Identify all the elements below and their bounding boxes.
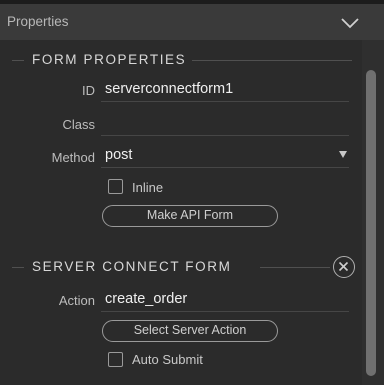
action-label: Action (58, 293, 95, 308)
inline-label: Inline (132, 180, 164, 195)
section-rule-right (192, 60, 352, 61)
chevron-down-icon[interactable] (340, 16, 360, 30)
scrollbar[interactable] (362, 40, 384, 385)
action-value: create_order (105, 291, 188, 307)
section-title-form-properties: FORM PROPERTIES (32, 52, 187, 67)
scrollbar-thumb[interactable] (366, 70, 376, 376)
class-label: Class (62, 117, 95, 132)
id-value: serverconnectform1 (105, 81, 234, 97)
select-server-action-button[interactable]: Select Server Action (102, 320, 278, 342)
make-api-form-button[interactable]: Make API Form (102, 205, 278, 227)
id-label: ID (82, 83, 95, 98)
section-rule-left (12, 267, 24, 268)
id-field[interactable]: serverconnectform1 (101, 79, 349, 102)
section-rule-right (260, 267, 330, 268)
action-field[interactable]: create_order (101, 289, 349, 312)
caret-down-icon[interactable] (339, 151, 347, 158)
section-rule-left (12, 60, 24, 61)
auto-submit-label: Auto Submit (132, 352, 203, 367)
panel-title: Properties (7, 14, 69, 29)
close-icon[interactable] (333, 256, 355, 278)
method-select[interactable]: post (101, 145, 349, 168)
method-value: post (105, 147, 133, 163)
inline-checkbox[interactable] (108, 179, 123, 194)
properties-header[interactable]: Properties (0, 4, 384, 40)
section-title-server-connect: SERVER CONNECT FORM (32, 259, 232, 274)
class-field[interactable] (101, 113, 349, 136)
auto-submit-checkbox[interactable] (108, 352, 123, 367)
method-label: Method (51, 150, 95, 165)
